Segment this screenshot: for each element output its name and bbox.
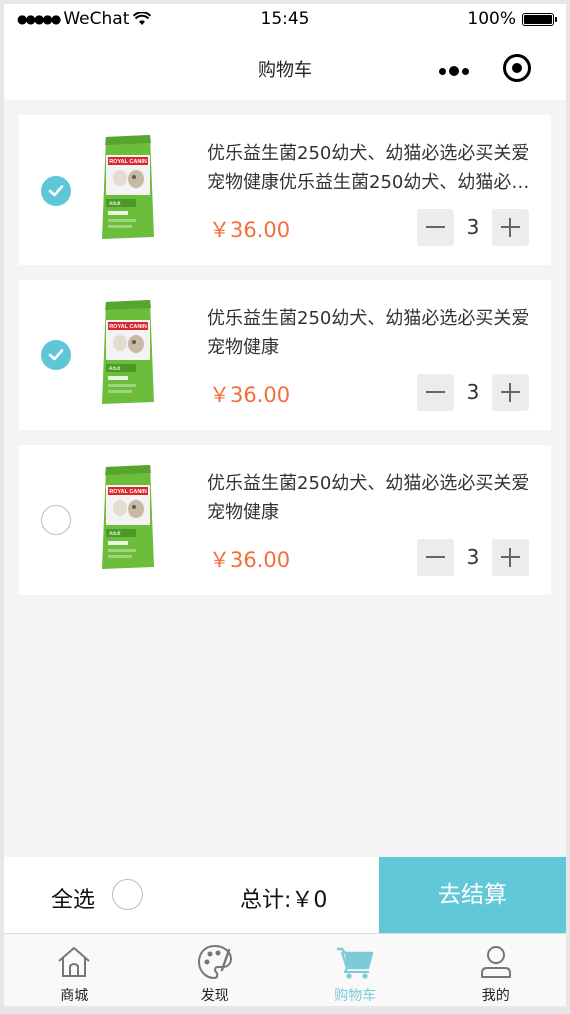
decrease-button[interactable] bbox=[417, 539, 454, 576]
quantity-value[interactable]: 3 bbox=[454, 539, 492, 576]
item-checkbox[interactable] bbox=[41, 340, 71, 370]
quantity-stepper: 3 bbox=[417, 539, 529, 576]
phone-screen: ●●●●● WeChat 15:45 100% 购物车 ROYAL CANIN … bbox=[4, 4, 566, 1006]
product-brand-text: ROYAL CANIN bbox=[109, 159, 147, 165]
item-title[interactable]: 优乐益生菌250幼犬、幼猫必选必买关爱宠物健康 bbox=[207, 469, 543, 527]
cart-list: ROYAL CANIN Adult 优乐益生菌250幼犬、幼猫必选必买关爱宠物健… bbox=[19, 115, 551, 610]
tab-label: 购物车 bbox=[334, 988, 377, 1004]
product-variant-text: Adult bbox=[109, 531, 121, 537]
item-price: ￥36.00 bbox=[209, 383, 291, 407]
home-icon bbox=[58, 947, 90, 977]
user-icon bbox=[480, 946, 511, 978]
product-variant-text: Adult bbox=[109, 366, 121, 372]
battery-icon bbox=[522, 12, 557, 26]
quantity-stepper: 3 bbox=[417, 374, 529, 411]
item-checkbox[interactable] bbox=[41, 505, 71, 535]
nav-bar: 购物车 bbox=[4, 34, 566, 100]
total-amount: 总计:￥0 bbox=[240, 888, 328, 913]
tab-cart[interactable]: 购物车 bbox=[285, 934, 426, 1006]
check-icon bbox=[48, 349, 64, 361]
product-brand-text: ROYAL CANIN bbox=[109, 324, 147, 330]
product-image[interactable]: ROYAL CANIN Adult bbox=[98, 133, 158, 243]
tab-discover[interactable]: 发现 bbox=[145, 934, 286, 1006]
cart-item[interactable]: ROYAL CANIN Adult 优乐益生菌250幼犬、幼猫必选必买关爱宠物健… bbox=[19, 280, 551, 430]
product-brand-text: ROYAL CANIN bbox=[109, 489, 147, 495]
quantity-value[interactable]: 3 bbox=[454, 374, 492, 411]
tab-label: 商城 bbox=[60, 988, 89, 1004]
minus-icon bbox=[426, 391, 445, 393]
product-image[interactable]: ROYAL CANIN Adult bbox=[98, 463, 158, 573]
decrease-button[interactable] bbox=[417, 374, 454, 411]
product-image[interactable]: ROYAL CANIN Adult bbox=[98, 298, 158, 408]
select-all-label[interactable]: 全选 bbox=[51, 882, 95, 914]
tab-bar: 商城 发现 购物车 我的 bbox=[4, 933, 566, 1006]
cart-item[interactable]: ROYAL CANIN Adult 优乐益生菌250幼犬、幼猫必选必买关爱宠物健… bbox=[19, 115, 551, 265]
quantity-value[interactable]: 3 bbox=[454, 209, 492, 246]
cart-item[interactable]: ROYAL CANIN Adult 优乐益生菌250幼犬、幼猫必选必买关爱宠物健… bbox=[19, 445, 551, 595]
checkout-bar: 全选 总计:￥0 去结算 bbox=[4, 857, 566, 933]
palette-icon bbox=[197, 944, 232, 980]
tab-mall[interactable]: 商城 bbox=[4, 934, 145, 1006]
tab-label: 发现 bbox=[200, 988, 229, 1004]
status-right: 100% bbox=[467, 9, 557, 29]
minus-icon bbox=[426, 556, 445, 558]
item-price: ￥36.00 bbox=[209, 218, 291, 242]
close-miniprogram-icon[interactable] bbox=[503, 54, 531, 82]
checkout-button[interactable]: 去结算 bbox=[379, 857, 566, 933]
quantity-stepper: 3 bbox=[417, 209, 529, 246]
cart-icon bbox=[337, 947, 374, 979]
decrease-button[interactable] bbox=[417, 209, 454, 246]
item-price: ￥36.00 bbox=[209, 548, 291, 572]
item-title[interactable]: 优乐益生菌250幼犬、幼猫必选必买关爱宠物健康优乐益生菌250幼犬、幼猫必选必买… bbox=[207, 139, 543, 197]
item-checkbox[interactable] bbox=[41, 176, 71, 206]
tab-label: 我的 bbox=[481, 988, 510, 1004]
tab-mine[interactable]: 我的 bbox=[426, 934, 567, 1006]
select-all-checkbox[interactable] bbox=[112, 879, 143, 910]
status-bar: ●●●●● WeChat 15:45 100% bbox=[4, 4, 566, 34]
page-title: 购物车 bbox=[258, 60, 312, 81]
item-title[interactable]: 优乐益生菌250幼犬、幼猫必选必买关爱宠物健康 bbox=[207, 304, 543, 362]
increase-button[interactable] bbox=[492, 539, 529, 576]
product-variant-text: Adult bbox=[109, 201, 121, 207]
increase-button[interactable] bbox=[492, 209, 529, 246]
battery-percent: 100% bbox=[467, 9, 516, 29]
increase-button[interactable] bbox=[492, 374, 529, 411]
more-options-icon[interactable] bbox=[432, 59, 476, 83]
check-icon bbox=[48, 185, 64, 197]
minus-icon bbox=[426, 226, 445, 228]
